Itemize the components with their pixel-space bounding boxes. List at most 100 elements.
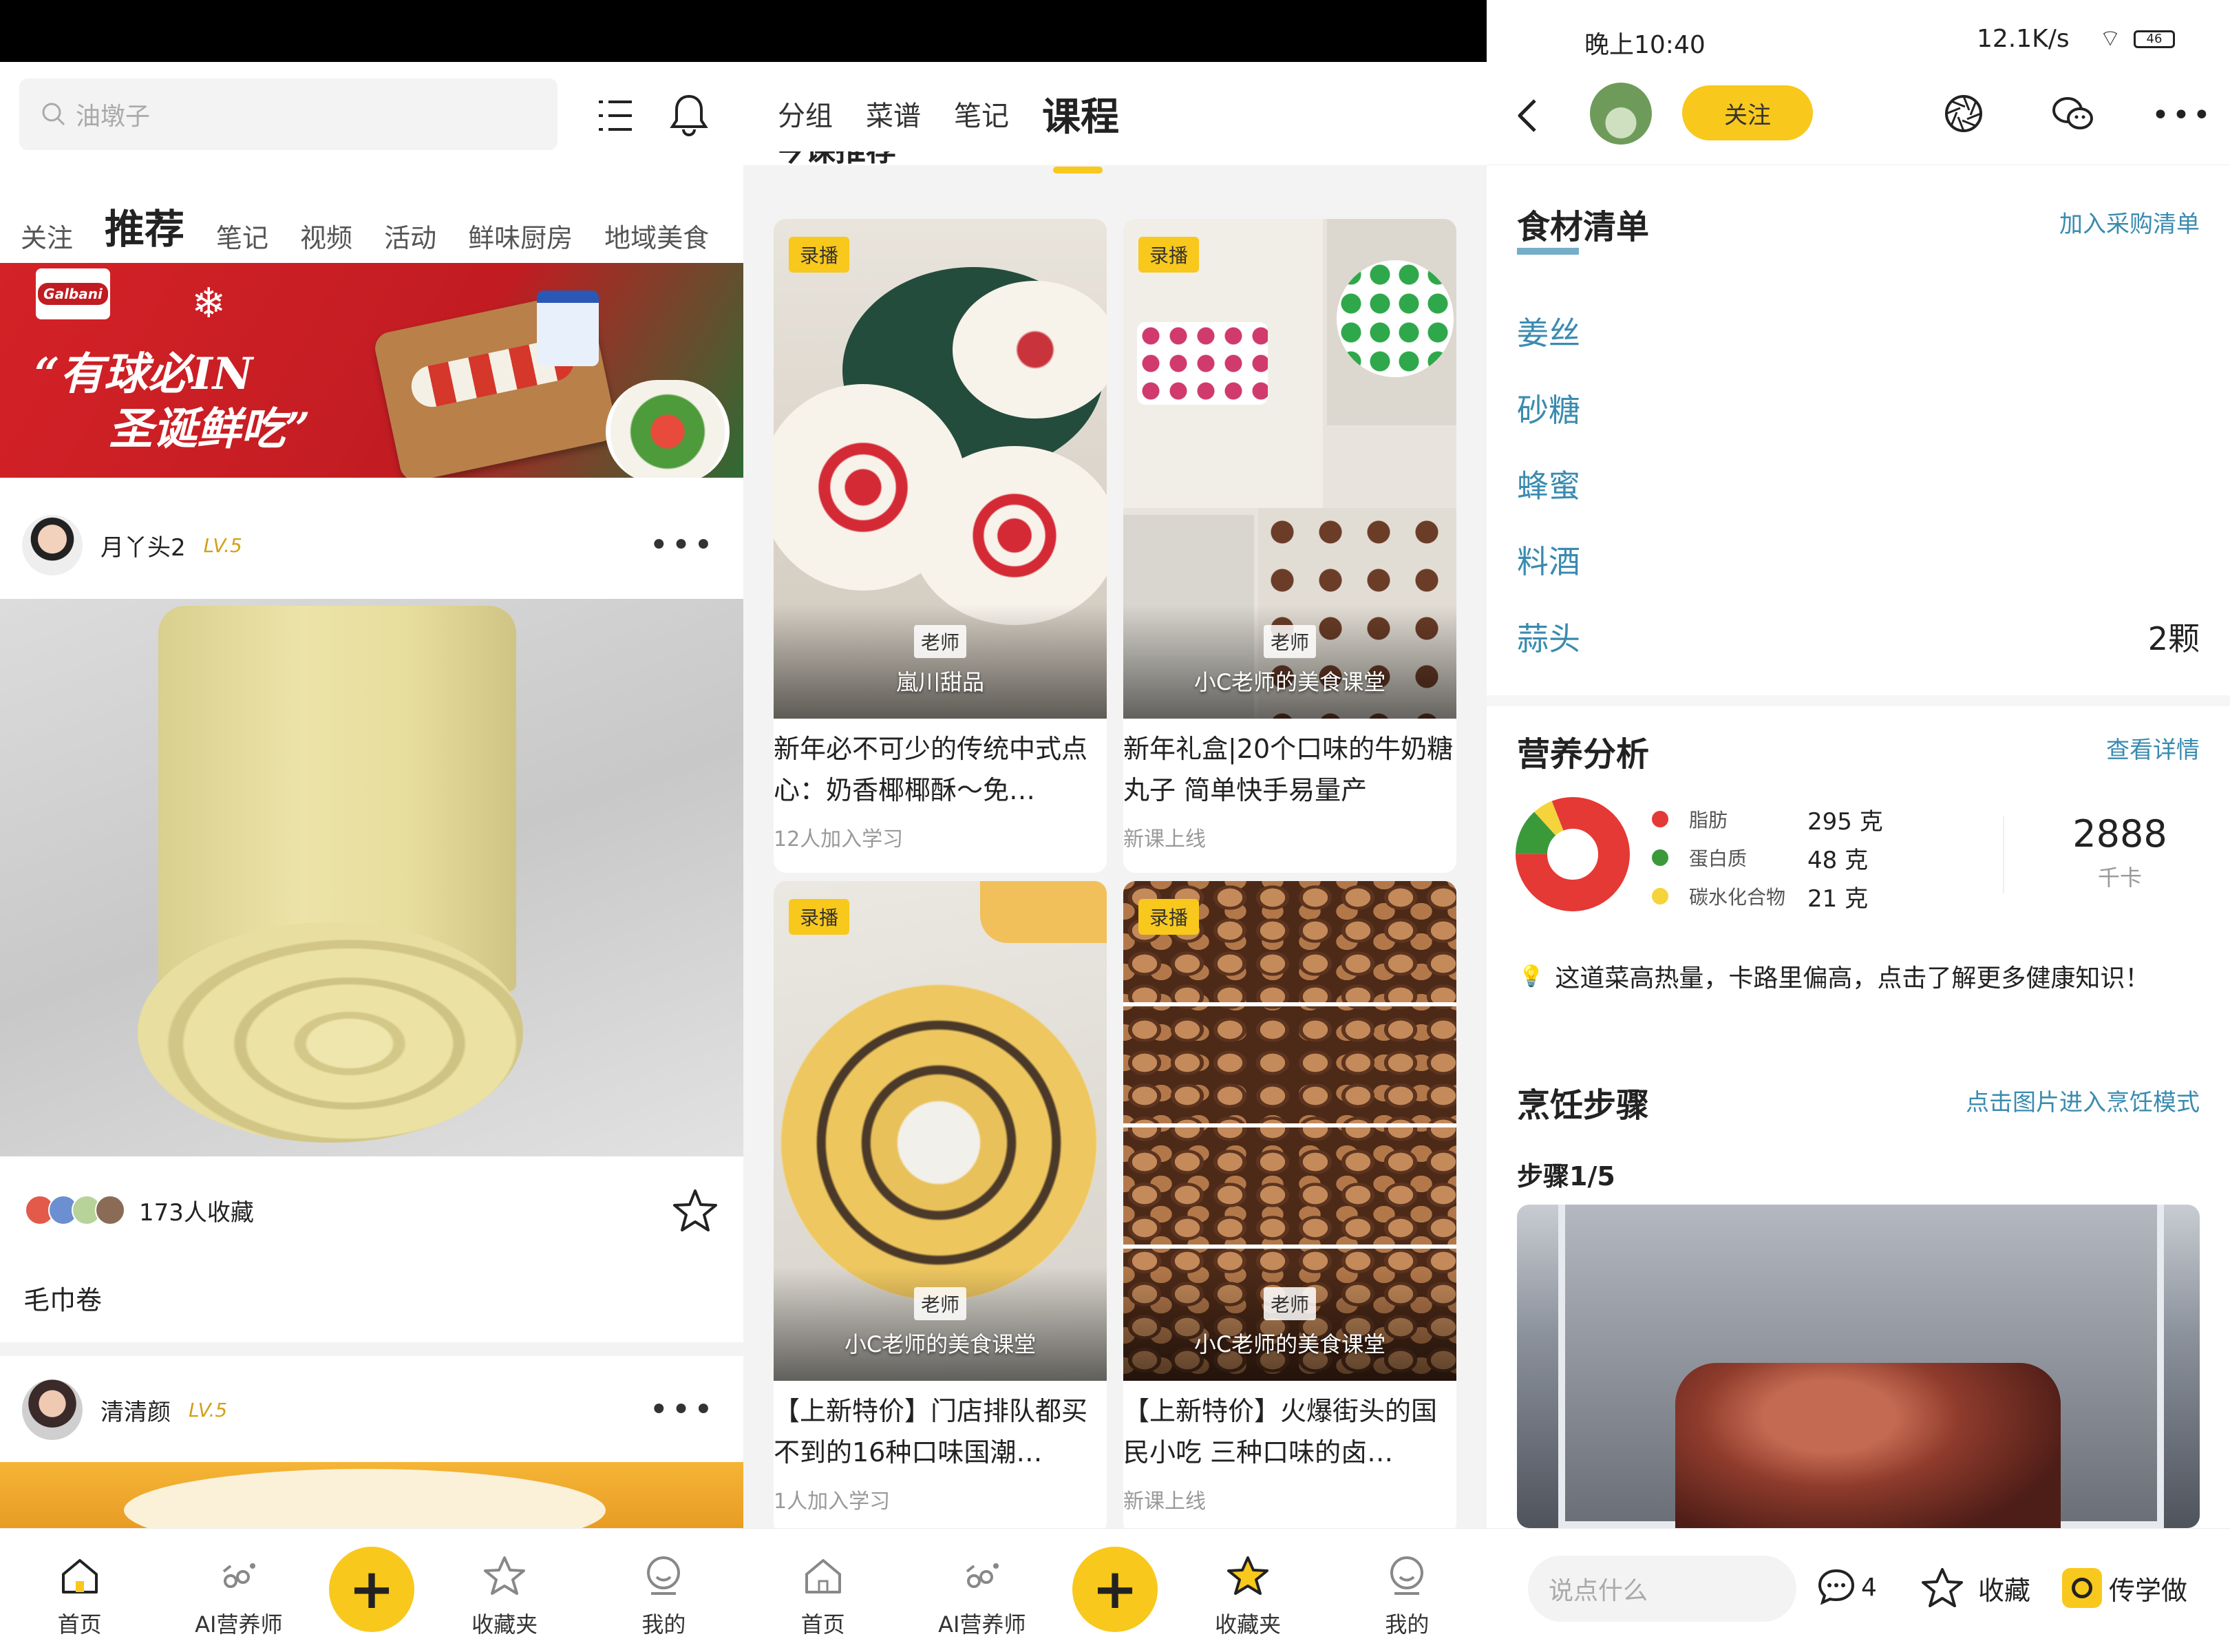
nav-profile[interactable]: 我的 <box>595 1529 732 1639</box>
follow-button[interactable]: 关注 <box>1682 85 1813 140</box>
author-level: LV.5 <box>189 1398 228 1421</box>
status-bar <box>743 0 1487 62</box>
post-author-row[interactable]: 清清颜 LV.5 ••• <box>0 1368 743 1451</box>
nav-label: 我的 <box>641 1611 686 1638</box>
course-card[interactable]: 录播 老师 小C老师的美食课堂 【上新特价】门店排队都买不到的16种口味国潮… … <box>774 881 1107 1535</box>
nav-home[interactable]: 首页 <box>754 1529 892 1639</box>
course-card[interactable]: 录播 老师 小C老师的美食课堂 【上新特价】火爆街头的国民小吃 三种口味的卤… … <box>1123 881 1456 1535</box>
teacher-name: 嵐川甜品 <box>895 669 984 695</box>
view-details-link[interactable]: 查看详情 <box>2106 731 2200 765</box>
divider <box>1487 695 2230 706</box>
status-bar: 晚上10:40 12.1K/s ⌔ 46 <box>1487 0 2230 62</box>
author-avatar[interactable] <box>1590 83 1652 145</box>
course-title: 新年必不可少的传统中式点心：奶香椰椰酥～免… <box>774 734 1088 805</box>
course-title: 【上新特价】门店排队都买不到的16种口味国潮… <box>774 1396 1088 1468</box>
nav-profile[interactable]: 我的 <box>1338 1529 1476 1639</box>
post-image[interactable] <box>0 599 743 1156</box>
add-button[interactable]: + <box>1072 1547 1158 1632</box>
ai-nutritionist-icon <box>222 1563 255 1588</box>
avatar <box>95 1195 125 1225</box>
menu-icon[interactable] <box>596 96 635 135</box>
bell-icon[interactable] <box>668 92 710 138</box>
tab-regional-food[interactable]: 地域美食 <box>604 217 709 255</box>
teacher-name: 小C老师的美食课堂 <box>1193 1331 1386 1357</box>
promo-banner[interactable]: Galbani “有球必IN 圣诞鲜吃” ❄ <box>0 263 743 478</box>
author-name[interactable]: 月丫头2 <box>100 529 186 562</box>
nav-home[interactable]: 首页 <box>11 1529 149 1639</box>
post-title[interactable]: 毛巾卷 <box>23 1279 102 1317</box>
tab-video[interactable]: 视频 <box>300 217 352 255</box>
carb-dot <box>1652 888 1668 904</box>
divider <box>2003 816 2004 893</box>
course-title: 新年礼盒|20个口味的牛奶糖丸子 简单快手易量产 <box>1123 734 1454 805</box>
nav-label: 收藏夹 <box>471 1611 538 1638</box>
learn-cook-button[interactable]: 传学做 <box>2062 1568 2187 1608</box>
aperture-icon[interactable] <box>1942 92 1985 135</box>
replay-badge: 录播 <box>789 899 850 935</box>
nav-favorites[interactable]: 收藏夹 <box>436 1529 573 1639</box>
nutrient-name: 蛋白质 <box>1689 847 1748 870</box>
course-card[interactable]: 录播 老师 小C老师的美食课堂 新年礼盒|20个口味的牛奶糖丸子 简单快手易量产… <box>1123 219 1456 873</box>
star-icon <box>1227 1556 1269 1595</box>
comments-button[interactable]: 4 <box>1816 1567 1877 1608</box>
add-to-shopping-list-link[interactable]: 加入采购清单 <box>2059 205 2200 239</box>
tab-groups[interactable]: 分组 <box>778 94 833 134</box>
ingredient-amount: 2颗 <box>2147 620 2200 657</box>
top-tabs: 分组 菜谱 笔记 课程 <box>743 62 1487 173</box>
avatar[interactable] <box>22 515 83 575</box>
home-icon <box>61 1559 98 1593</box>
comment-count: 4 <box>1861 1573 1877 1602</box>
nav-ai-nutritionist[interactable]: AI营养师 <box>913 1529 1051 1639</box>
favorite-button[interactable]: 收藏 <box>1920 1567 2030 1609</box>
camera-icon <box>2062 1568 2102 1608</box>
wechat-icon[interactable] <box>2051 94 2095 135</box>
back-icon[interactable] <box>1514 96 1542 135</box>
star-icon[interactable] <box>672 1188 719 1233</box>
status-time: 晚上10:40 <box>1584 31 1706 59</box>
fat-dot <box>1652 811 1668 827</box>
nutrient-name: 脂肪 <box>1689 809 1728 832</box>
nutrient-row: 脂肪 295 克 <box>1652 805 1883 836</box>
post-author-row[interactable]: 月丫头2 LV.5 ••• <box>0 504 743 586</box>
feed-tabs: 关注 推荐 笔记 视频 活动 鲜味厨房 地域美食 <box>0 186 743 274</box>
tab-recommend[interactable]: 推荐 <box>105 197 184 274</box>
author-name[interactable]: 清清颜 <box>100 1393 171 1427</box>
home-feed-screen: 油墩子 关注 推荐 笔记 视频 活动 鲜味厨房 地域美食 Galbani “有球… <box>0 0 743 1652</box>
more-icon[interactable]: ••• <box>2152 98 2213 133</box>
banner-line1: “有球必IN <box>34 348 253 400</box>
tab-notes[interactable]: 笔记 <box>954 94 1009 134</box>
course-card[interactable]: 录播 老师 嵐川甜品 新年必不可少的传统中式点心：奶香椰椰酥～免… 12人加入学… <box>774 219 1107 873</box>
more-icon[interactable]: ••• <box>649 526 716 564</box>
avatar[interactable] <box>22 1379 83 1440</box>
teacher-name: 小C老师的美食课堂 <box>1193 669 1386 695</box>
post-image[interactable] <box>0 1462 743 1531</box>
steps-title: 烹饪步骤 <box>1517 1086 1650 1125</box>
home-icon <box>805 1559 841 1593</box>
brand-logo: Galbani <box>36 268 110 319</box>
network-speed: 12.1K/s <box>1977 25 2070 53</box>
tab-recipes[interactable]: 菜谱 <box>866 94 921 134</box>
tab-notes[interactable]: 笔记 <box>216 217 268 255</box>
tab-fresh-kitchen[interactable]: 鲜味厨房 <box>468 217 573 255</box>
health-tip[interactable]: 💡 这道菜高热量，卡路里偏高，点击了解更多健康知识！ <box>1518 958 2149 994</box>
calories-value: 2888 <box>2072 812 2167 856</box>
add-button[interactable]: + <box>328 1547 414 1632</box>
tab-follow[interactable]: 关注 <box>21 217 73 255</box>
step-image[interactable] <box>1517 1205 2200 1528</box>
learn-cook-label: 传学做 <box>2109 1575 2188 1606</box>
snowflake-icon: ❄ <box>191 279 226 328</box>
nutrient-value: 48 克 <box>1807 846 1869 874</box>
tab-events[interactable]: 活动 <box>384 217 436 255</box>
favorites-row: 173人收藏 <box>25 1183 254 1238</box>
comment-input[interactable]: 说点什么 <box>1528 1556 1796 1622</box>
ai-nutritionist-icon <box>966 1563 999 1588</box>
search-input[interactable]: 油墩子 <box>19 78 558 150</box>
mozzarella-cup-image <box>537 290 599 366</box>
nav-ai-nutritionist[interactable]: AI营养师 <box>170 1529 308 1639</box>
clipped-ingredient <box>1517 248 1655 267</box>
cooking-mode-link[interactable]: 点击图片进入烹饪模式 <box>1966 1083 2200 1117</box>
nav-favorites[interactable]: 收藏夹 <box>1179 1529 1317 1639</box>
ingredient-name: 料酒 <box>1517 543 1580 580</box>
tab-courses[interactable]: 课程 <box>1042 86 1119 173</box>
more-icon[interactable]: ••• <box>649 1390 716 1429</box>
